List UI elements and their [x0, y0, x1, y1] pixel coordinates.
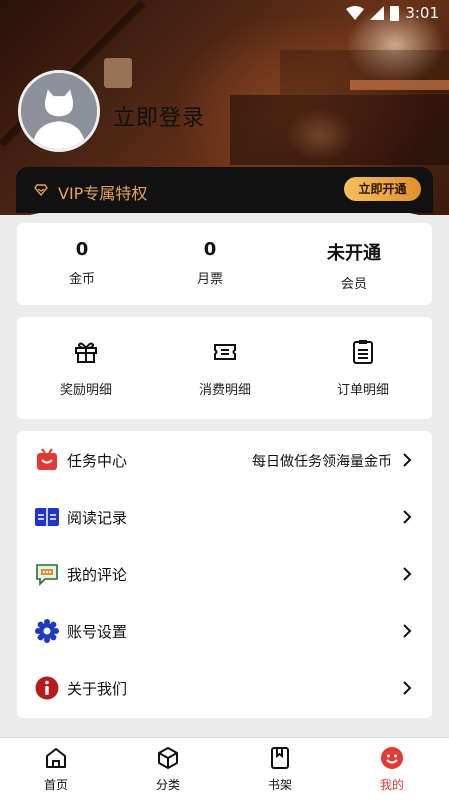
stat-coins[interactable]: 0 金币: [22, 239, 142, 287]
info-icon: [35, 676, 59, 700]
menu-label: 任务中心: [67, 452, 128, 470]
stat-label: 会员: [340, 277, 367, 292]
bottom-nav: 首页 分类 书架 我的: [0, 737, 449, 800]
status-bar: 3:01: [346, 4, 439, 22]
diamond-icon: [34, 184, 48, 196]
detail-label: 订单明细: [336, 383, 389, 398]
nav-tab-home[interactable]: 首页: [16, 746, 96, 793]
vip-bar[interactable]: VIP专属特权 立即开通: [16, 167, 433, 213]
order-details-button[interactable]: 订单明细: [303, 339, 423, 398]
cube-icon: [158, 747, 178, 769]
gift-icon: [75, 342, 97, 363]
ticket-icon: [214, 344, 236, 360]
login-link[interactable]: 立即登录: [113, 100, 205, 132]
order-list-icon: [353, 340, 373, 364]
chevron-right-icon: [403, 510, 412, 524]
bookshelf-icon: [271, 747, 289, 769]
gear-icon: [35, 619, 59, 643]
detail-label: 奖励明细: [59, 383, 112, 398]
chevron-right-icon: [403, 567, 412, 581]
nav-tab-category[interactable]: 分类: [128, 746, 208, 793]
stat-value: 0: [203, 239, 217, 260]
details-card: 奖励明细 消费明细 订单明细: [17, 317, 432, 419]
vip-open-button[interactable]: 立即开通: [344, 177, 421, 201]
reward-details-button[interactable]: 奖励明细: [26, 339, 146, 398]
smile-face-icon: [381, 747, 403, 769]
comment-icon: [36, 564, 58, 586]
nav-label: 书架: [267, 778, 292, 792]
default-avatar-icon: [21, 73, 97, 149]
detail-label: 消费明细: [198, 383, 251, 398]
stat-membership[interactable]: 未开通 会员: [294, 239, 414, 292]
stat-label: 金币: [68, 272, 95, 287]
nav-tab-mine[interactable]: 我的: [352, 746, 432, 793]
nav-label: 分类: [155, 778, 180, 792]
chevron-right-icon: [403, 681, 412, 695]
avatar[interactable]: [18, 70, 100, 152]
menu-label: 我的评论: [67, 566, 128, 584]
stats-card: 0 金币 0 月票 未开通 会员: [17, 223, 432, 305]
menu-item-my-comments[interactable]: 我的评论: [17, 545, 432, 602]
stat-value: 0: [75, 239, 89, 260]
vip-label: VIP专属特权: [58, 184, 148, 203]
home-icon: [46, 748, 66, 768]
book-open-icon: [35, 508, 59, 526]
background-outlet: [104, 58, 132, 88]
tv-task-icon: [37, 448, 57, 470]
status-time: 3:01: [405, 4, 439, 22]
menu-hint: 每日做任务领海量金币: [252, 454, 392, 470]
menu-item-reading-history[interactable]: 阅读记录: [17, 488, 432, 545]
battery-icon: [390, 5, 400, 21]
nav-label: 我的: [379, 778, 404, 792]
chevron-right-icon: [403, 624, 412, 638]
menu-item-task-center[interactable]: 任务中心 每日做任务领海量金币: [17, 431, 432, 488]
background-stairs: [230, 95, 449, 165]
menu-label: 关于我们: [67, 680, 128, 698]
stat-label: 月票: [196, 272, 223, 287]
wifi-icon: [346, 6, 365, 20]
menu-card: 任务中心 每日做任务领海量金币 阅读记录 我的评论 账号设置 关于我们: [17, 431, 432, 718]
menu-label: 账号设置: [67, 623, 128, 641]
background-shelf: [350, 80, 449, 90]
menu-label: 阅读记录: [67, 509, 128, 527]
chevron-right-icon: [403, 453, 412, 467]
spending-details-button[interactable]: 消费明细: [165, 339, 285, 398]
menu-item-account-settings[interactable]: 账号设置: [17, 602, 432, 659]
menu-item-about-us[interactable]: 关于我们: [17, 659, 432, 716]
stat-monthly-tickets[interactable]: 0 月票: [150, 239, 270, 287]
stat-value: 未开通: [327, 243, 381, 264]
nav-tab-bookshelf[interactable]: 书架: [240, 746, 320, 793]
signal-icon: [370, 6, 385, 20]
nav-label: 首页: [43, 778, 68, 792]
